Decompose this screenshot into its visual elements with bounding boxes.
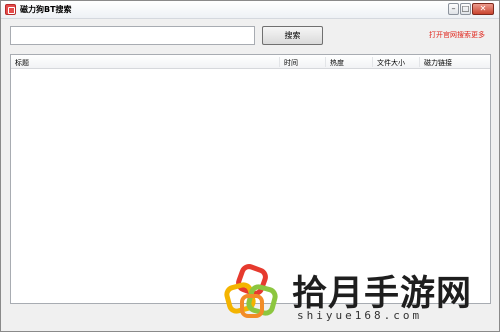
column-header-magnet[interactable]: 磁力链接 [424, 58, 452, 68]
watermark: 拾月手游网 shiyue168.com [222, 262, 488, 328]
close-button[interactable]: ✕ [472, 3, 494, 15]
watermark-url: shiyue168.com [297, 309, 423, 322]
column-divider[interactable] [419, 57, 420, 67]
maximize-button[interactable]: □ [460, 3, 471, 15]
watermark-logo-icon [224, 264, 278, 318]
search-input[interactable] [10, 26, 255, 45]
column-header-size[interactable]: 文件大小 [377, 58, 405, 68]
column-divider[interactable] [372, 57, 373, 67]
search-button[interactable]: 搜索 [262, 26, 323, 45]
column-divider[interactable] [325, 57, 326, 67]
column-header-heat[interactable]: 热度 [330, 58, 344, 68]
title-bar[interactable]: 磁力狗BT搜索 – □ ✕ [1, 1, 499, 19]
open-website-link[interactable]: 打开官网搜索更多 [429, 30, 485, 40]
column-header-title[interactable]: 标题 [15, 58, 29, 68]
app-icon [5, 4, 16, 15]
column-divider[interactable] [279, 57, 280, 67]
list-header: 标题 时间 热度 文件大小 磁力链接 [11, 55, 490, 69]
minimize-button[interactable]: – [448, 3, 459, 15]
window-title: 磁力狗BT搜索 [20, 5, 72, 14]
column-header-time[interactable]: 时间 [284, 58, 298, 68]
